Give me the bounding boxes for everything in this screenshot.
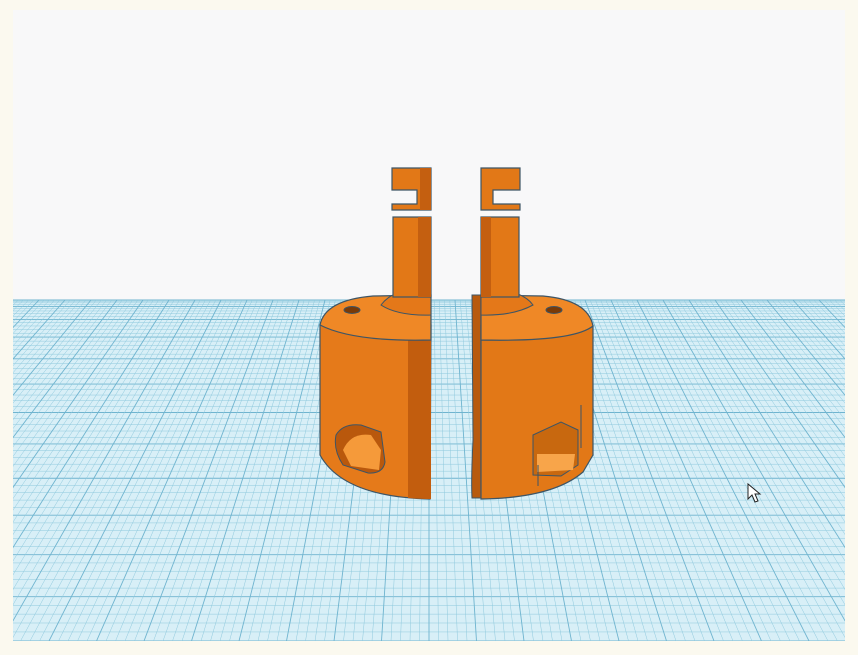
3d-viewport[interactable] [13, 10, 845, 641]
scene-canvas[interactable] [13, 10, 845, 641]
